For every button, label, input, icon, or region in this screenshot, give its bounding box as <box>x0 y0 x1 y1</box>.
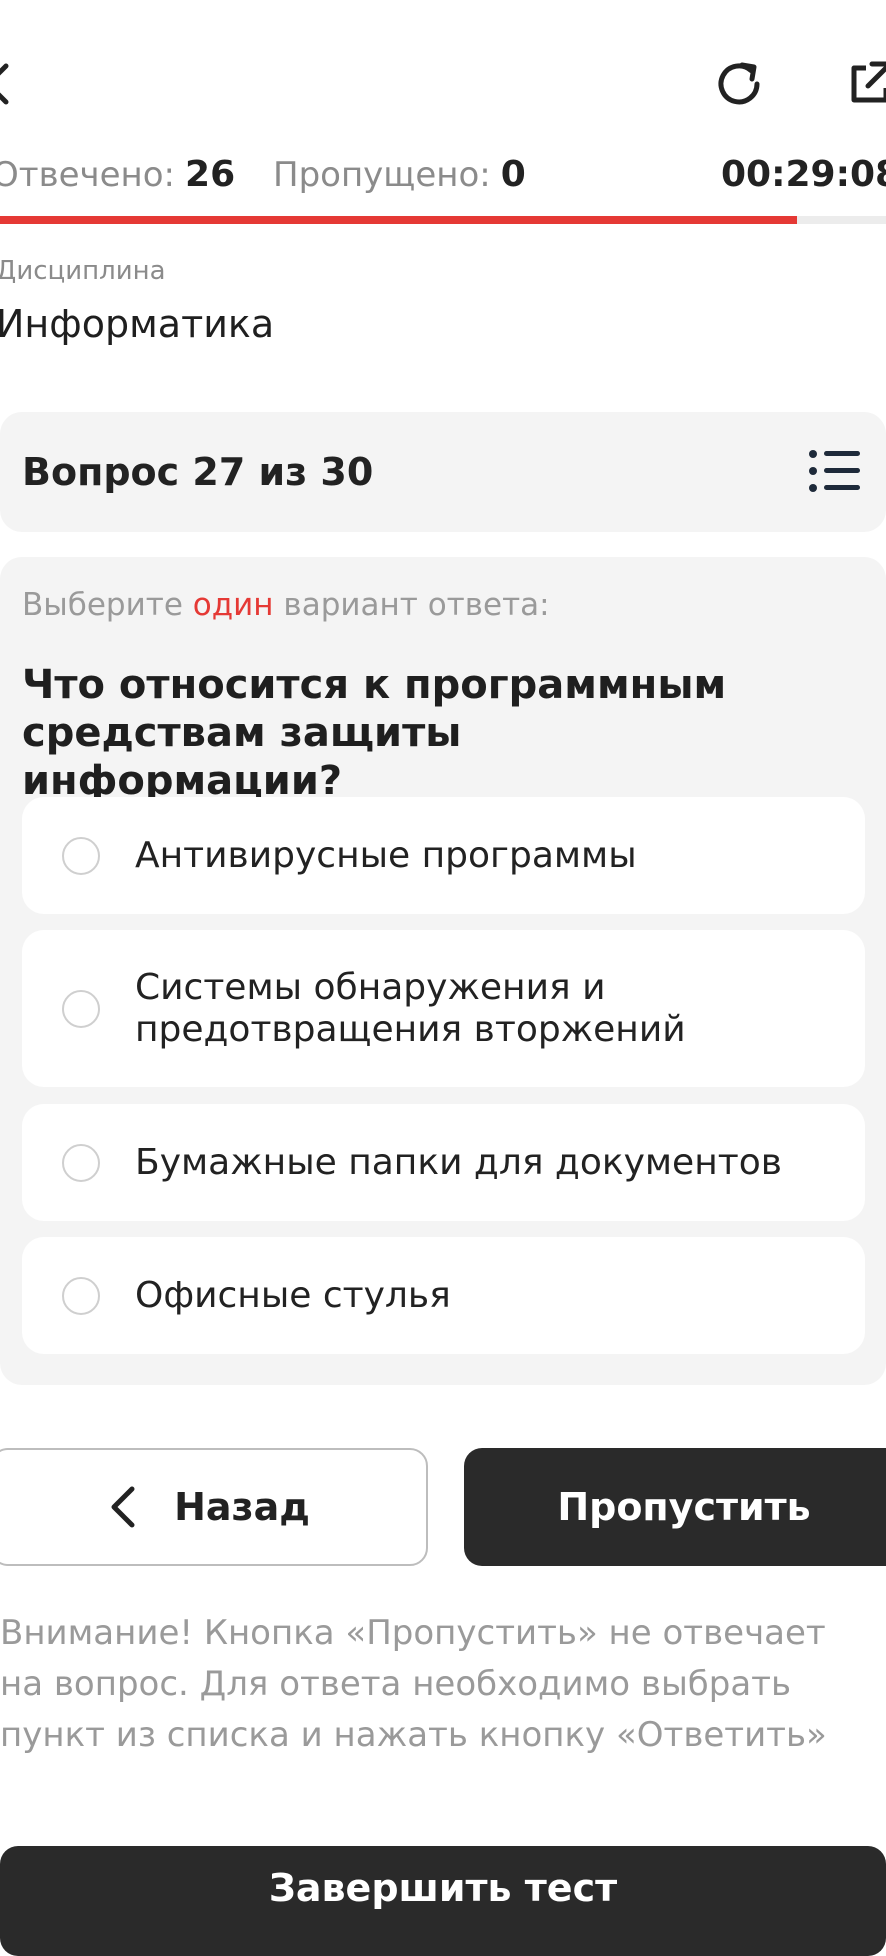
radio-button[interactable] <box>62 1143 100 1182</box>
progress-bar <box>0 216 886 224</box>
external-link-icon[interactable] <box>838 52 886 116</box>
refresh-icon[interactable] <box>707 52 771 116</box>
answer-option-label: Офисные стулья <box>135 1274 451 1316</box>
instruction-suffix: вариант ответа: <box>273 587 550 623</box>
finish-test-label: Завершить тест <box>268 1866 618 1910</box>
radio-button[interactable] <box>62 836 100 875</box>
progress-fill <box>0 216 798 224</box>
answered-count: 26 <box>185 154 236 195</box>
radio-button[interactable] <box>62 1276 100 1315</box>
discipline-label: Дисциплина <box>0 256 166 286</box>
skipped-count: 0 <box>500 154 526 195</box>
question-instruction: Выберите один вариант ответа: <box>22 587 550 623</box>
instruction-highlight: один <box>192 587 274 623</box>
answer-option-label: Антивирусные программы <box>135 834 637 876</box>
question-text: Что относится к программным средствам за… <box>22 662 727 804</box>
skip-notice: Внимание! Кнопка «Пропустить» не отвечае… <box>0 1613 827 1755</box>
chevron-left-icon <box>108 1485 138 1529</box>
instruction-prefix: Выберите <box>22 587 193 623</box>
question-counter: Вопрос 27 из 30 <box>22 450 374 494</box>
question-card: Выберите один вариант ответа: Что относи… <box>0 557 886 1385</box>
back-button[interactable]: Назад <box>0 1448 428 1566</box>
back-icon[interactable] <box>0 52 32 116</box>
answer-option[interactable]: Бумажные папки для документов <box>22 1104 865 1221</box>
skipped-label: Пропущено: <box>273 155 491 195</box>
skip-button[interactable]: Пропустить <box>464 1448 886 1566</box>
answer-option[interactable]: Системы обнаружения и предотвращения вто… <box>22 930 865 1087</box>
answer-option[interactable]: Офисные стулья <box>22 1237 865 1354</box>
answered-stat: Отвечено: 26 <box>0 154 235 195</box>
finish-test-button[interactable]: Завершить тест <box>0 1846 886 1956</box>
skipped-stat: Пропущено: 0 <box>273 154 526 195</box>
answer-option-label: Бумажные папки для документов <box>135 1141 782 1183</box>
radio-button[interactable] <box>62 989 100 1028</box>
answered-label: Отвечено: <box>0 155 176 195</box>
question-list-icon[interactable] <box>808 448 862 498</box>
answer-option-label: Системы обнаружения и предотвращения вто… <box>135 966 686 1050</box>
back-button-label: Назад <box>174 1485 310 1529</box>
discipline-value: Информатика <box>0 302 275 346</box>
skip-button-label: Пропустить <box>557 1485 811 1529</box>
timer: 00:29:08 <box>721 154 886 195</box>
question-nav-card[interactable]: Вопрос 27 из 30 <box>0 412 886 532</box>
answer-option[interactable]: Антивирусные программы <box>22 797 865 914</box>
